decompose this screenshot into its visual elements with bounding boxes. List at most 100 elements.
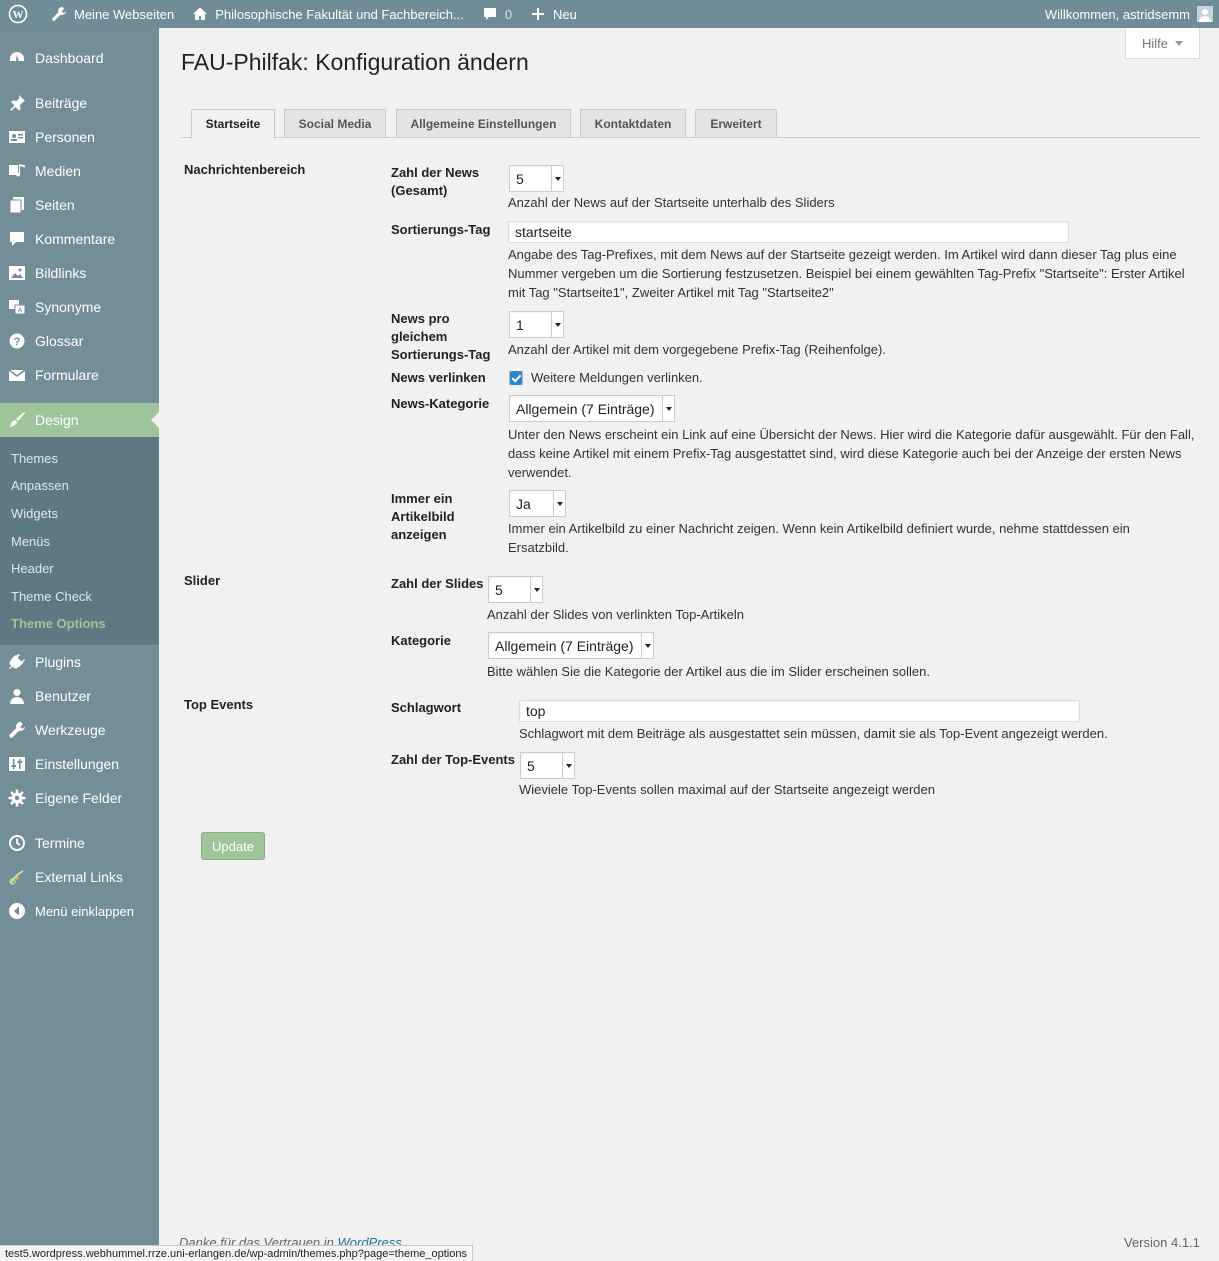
section-title-top-events: Top Events bbox=[184, 697, 254, 712]
menu-item-beitraege[interactable]: Beiträge bbox=[0, 86, 159, 120]
label-zahl-top-events: Zahl der Top-Events bbox=[391, 752, 515, 767]
menu-item-termine[interactable]: Termine bbox=[0, 826, 159, 860]
collapse-menu-button[interactable]: Menü einklappen bbox=[0, 894, 159, 928]
tab-startseite[interactable]: Startseite bbox=[191, 109, 275, 139]
help-label: Hilfe bbox=[1141, 35, 1168, 51]
comment-icon bbox=[8, 230, 26, 248]
update-button[interactable]: Update bbox=[201, 832, 265, 860]
tab-social-media[interactable]: Social Media bbox=[284, 109, 386, 138]
submenu-item-themes[interactable]: Themes bbox=[11, 451, 58, 466]
menu-item-dashboard[interactable]: Dashboard bbox=[0, 41, 159, 75]
menu-item-einstellungen[interactable]: Einstellungen bbox=[0, 747, 159, 781]
chain-link-icon bbox=[8, 868, 26, 886]
select-slider-kategorie[interactable]: Allgemein (7 Einträge) bbox=[488, 632, 654, 659]
menu-item-kommentare[interactable]: Kommentare bbox=[0, 222, 159, 256]
menu-label: Glossar bbox=[35, 333, 84, 349]
collapse-icon bbox=[8, 902, 26, 920]
label-zahl-news: Zahl der News (Gesamt) bbox=[391, 165, 480, 198]
svg-text:W: W bbox=[13, 9, 24, 21]
menu-label: Dashboard bbox=[35, 50, 104, 66]
submenu-item-theme-check[interactable]: Theme Check bbox=[11, 589, 92, 604]
menu-label: Design bbox=[35, 412, 79, 428]
chevron-down-icon bbox=[1175, 41, 1183, 50]
select-value: Allgemein (7 Einträge) bbox=[516, 400, 655, 417]
menu-label: Medien bbox=[35, 163, 81, 179]
wrench-icon bbox=[49, 4, 69, 24]
select-value: Ja bbox=[516, 495, 531, 512]
chevron-down-icon bbox=[553, 491, 565, 516]
tab-kontaktdaten[interactable]: Kontaktdaten bbox=[580, 109, 686, 138]
my-sites-menu[interactable]: Meine Webseiten bbox=[41, 0, 182, 28]
menu-item-formulare[interactable]: Formulare bbox=[0, 358, 159, 392]
svg-text:?: ? bbox=[14, 336, 21, 348]
tab-erweitert[interactable]: Erweitert bbox=[695, 109, 777, 138]
chevron-down-icon bbox=[641, 633, 653, 658]
submenu-item-anpassen[interactable]: Anpassen bbox=[11, 478, 69, 493]
site-name-menu[interactable]: Philosophische Fakultät und Fachbereich.… bbox=[182, 0, 472, 28]
select-news-kategorie[interactable]: Allgemein (7 Einträge) bbox=[509, 395, 675, 422]
menu-item-glossar[interactable]: ? Glossar bbox=[0, 324, 159, 358]
chevron-down-icon bbox=[662, 396, 674, 421]
plugin-icon bbox=[8, 653, 26, 671]
footer-version: Version 4.1.1 bbox=[1124, 1235, 1200, 1250]
menu-item-external-links[interactable]: External Links bbox=[0, 860, 159, 894]
menu-item-werkzeuge[interactable]: Werkzeuge bbox=[0, 713, 159, 747]
menu-item-synonyme[interactable]: A Synonyme bbox=[0, 290, 159, 324]
menu-item-medien[interactable]: Medien bbox=[0, 154, 159, 188]
browser-status-url: test5.wordpress.webhummel.rrze.uni-erlan… bbox=[0, 1245, 473, 1261]
section-title-news: Nachrichtenbereich bbox=[184, 162, 306, 177]
wordpress-logo-icon: W bbox=[8, 4, 28, 24]
svg-text:A: A bbox=[18, 308, 23, 315]
comments-button[interactable]: 0 bbox=[472, 0, 520, 28]
gear-icon bbox=[8, 789, 26, 807]
greeting-label: Willkommen, astridsemm bbox=[1044, 6, 1190, 22]
menu-label: Kommentare bbox=[35, 231, 116, 247]
menu-label: Beiträge bbox=[35, 95, 88, 111]
submenu-item-theme-options[interactable]: Theme Options bbox=[11, 616, 106, 631]
mail-icon bbox=[8, 366, 26, 384]
desc-artikelbild: Immer ein Artikelbild zu einer Nachricht… bbox=[508, 521, 1130, 555]
help-button[interactable]: Hilfe bbox=[1125, 28, 1200, 59]
comment-icon bbox=[480, 4, 500, 24]
settings-sliders-icon bbox=[8, 755, 26, 773]
select-value: 5 bbox=[527, 757, 535, 774]
menu-item-personen[interactable]: Personen bbox=[0, 120, 159, 154]
submenu-item-menues[interactable]: Menüs bbox=[11, 534, 50, 549]
menu-label: Werkzeuge bbox=[35, 722, 106, 738]
select-news-pro-tag[interactable]: 1 bbox=[509, 311, 564, 338]
menu-item-design[interactable]: Design bbox=[0, 403, 159, 437]
menu-item-seiten[interactable]: Seiten bbox=[0, 188, 159, 222]
label-news-verlinken: News verlinken bbox=[391, 370, 486, 385]
desc-sortierungs-tag: Angabe des Tag-Prefixes, mit dem News au… bbox=[508, 247, 1185, 300]
menu-label: Plugins bbox=[35, 654, 81, 670]
menu-label: Einstellungen bbox=[35, 756, 120, 772]
select-zahl-slides[interactable]: 5 bbox=[488, 576, 543, 603]
select-zahl-news[interactable]: 5 bbox=[509, 165, 564, 192]
submenu-item-widgets[interactable]: Widgets bbox=[11, 506, 58, 521]
chevron-down-icon bbox=[551, 312, 563, 337]
desc-zahl-slides: Anzahl der Slides von verlinkten Top-Art… bbox=[487, 607, 745, 622]
chevron-down-icon bbox=[530, 577, 542, 602]
submenu-item-header[interactable]: Header bbox=[11, 561, 54, 576]
checkbox-label-news-verlinken: Weitere Meldungen verlinken. bbox=[531, 370, 703, 385]
media-icon bbox=[8, 162, 26, 180]
select-artikelbild[interactable]: Ja bbox=[509, 490, 566, 517]
account-menu[interactable]: Willkommen, astridsemm bbox=[1045, 6, 1219, 22]
site-name-label: Philosophische Fakultät und Fachbereich.… bbox=[215, 6, 464, 22]
menu-item-benutzer[interactable]: Benutzer bbox=[0, 679, 159, 713]
menu-label: Termine bbox=[35, 835, 85, 851]
input-sortierungs-tag[interactable]: startseite bbox=[508, 221, 1069, 243]
select-zahl-top-events[interactable]: 5 bbox=[520, 752, 575, 779]
new-content-button[interactable]: Neu bbox=[520, 0, 585, 28]
main-content: Hilfe FAU-Philfak: Konfiguration ändern … bbox=[159, 28, 1219, 1261]
menu-item-eigene-felder[interactable]: Eigene Felder bbox=[0, 781, 159, 815]
checkbox-news-verlinken[interactable] bbox=[509, 371, 523, 385]
dashboard-icon bbox=[8, 49, 26, 67]
wordpress-logo-button[interactable]: W bbox=[0, 0, 41, 28]
desc-slider-kategorie: Bitte wählen Sie die Kategorie der Artik… bbox=[487, 664, 930, 679]
menu-item-plugins[interactable]: Plugins bbox=[0, 645, 159, 679]
tab-allgemeine-einstellungen[interactable]: Allgemeine Einstellungen bbox=[396, 109, 571, 138]
label-slider-kategorie: Kategorie bbox=[391, 633, 451, 648]
input-schlagwort[interactable]: top bbox=[519, 700, 1080, 722]
menu-item-bildlinks[interactable]: Bildlinks bbox=[0, 256, 159, 290]
